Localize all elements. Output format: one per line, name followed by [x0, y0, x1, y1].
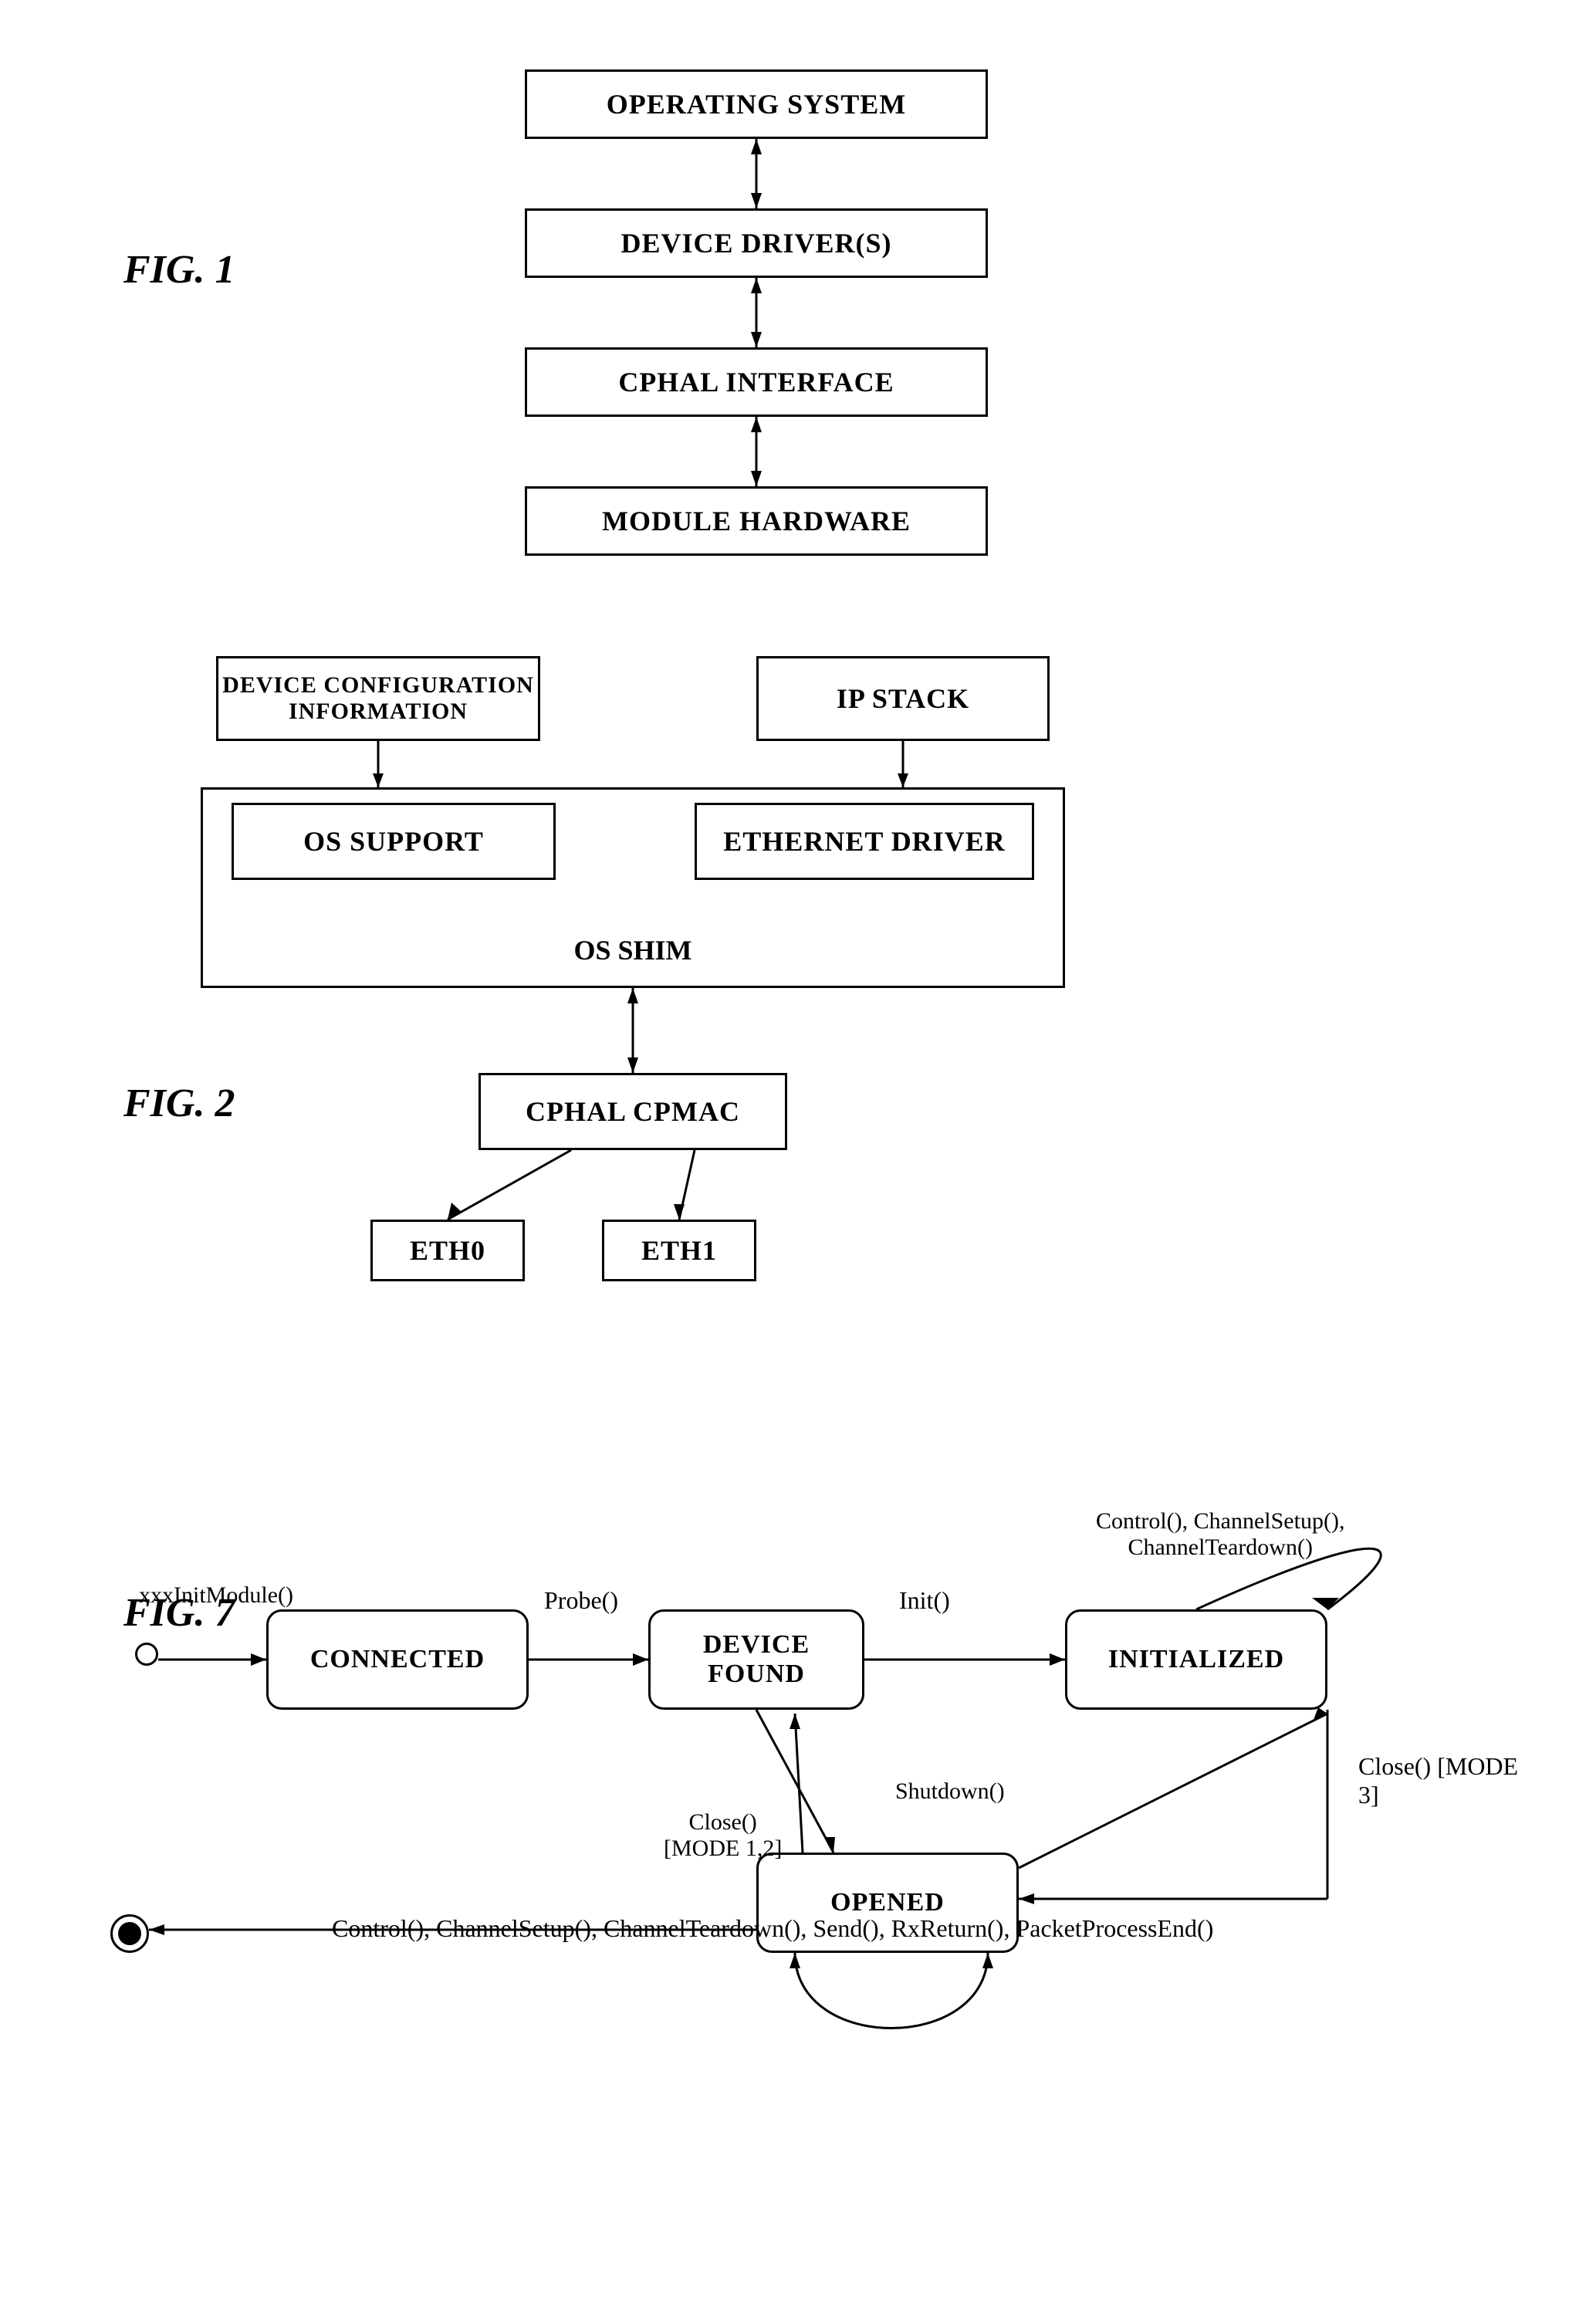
label-shutdown: Control(), ChannelSetup(), ChannelTeardo…	[332, 1914, 1213, 1943]
box-ipstack: IP STACK	[756, 656, 1050, 741]
box-ossupport: OS SUPPORT	[232, 803, 556, 880]
label-close-mode3: Close() [MODE 1,2]	[664, 1783, 782, 1862]
box-os: OPERATING SYSTEM	[525, 69, 988, 139]
box-osshim-label: OS SHIM	[201, 934, 1065, 966]
box-ethdrv: ETHERNET DRIVER	[695, 803, 1034, 880]
end-circle-inner	[118, 1922, 141, 1945]
end-circle-outer	[110, 1914, 149, 1953]
label-open: Close() [MODE 3]	[1358, 1752, 1534, 1809]
state-device-found: DEVICE FOUND	[648, 1609, 864, 1710]
state-initialized: INITIALIZED	[1065, 1609, 1327, 1710]
box-eth0: ETH0	[370, 1220, 525, 1281]
label-init-module: xxxInitModule()	[139, 1582, 293, 1609]
box-eth1: ETH1	[602, 1220, 756, 1281]
fig1-label: FIG. 1	[123, 247, 235, 293]
box-cphal: CPHAL INTERFACE	[525, 347, 988, 417]
page: FIG. 1 OPERATING SYSTEM DEVICE DRIVER(S)…	[0, 0, 1596, 2301]
box-dci: DEVICE CONFIGURATION INFORMATION	[216, 656, 540, 741]
fig2-label: FIG. 2	[123, 1081, 235, 1126]
fig2-container: FIG. 2 DEVICE CONFIGURATION INFORMATION …	[62, 633, 1534, 1328]
label-close-mode12: Shutdown()	[895, 1752, 1005, 1805]
box-cphalcpmac: CPHAL CPMAC	[478, 1073, 787, 1150]
start-circle	[135, 1643, 158, 1666]
label-probe: Probe()	[544, 1586, 618, 1615]
box-mhw: MODULE HARDWARE	[525, 486, 988, 556]
label-init: Init()	[899, 1586, 950, 1615]
fig7-container: FIG. 7 CONNECTED DEVICE FOUND INITIALIZE…	[62, 1374, 1534, 2223]
state-connected: CONNECTED	[266, 1609, 529, 1710]
box-dd: DEVICE DRIVER(S)	[525, 208, 988, 278]
fig1-container: FIG. 1 OPERATING SYSTEM DEVICE DRIVER(S)…	[62, 46, 1534, 587]
label-control-loop: Control(), ChannelSetup(), ChannelTeardo…	[1096, 1482, 1344, 1561]
